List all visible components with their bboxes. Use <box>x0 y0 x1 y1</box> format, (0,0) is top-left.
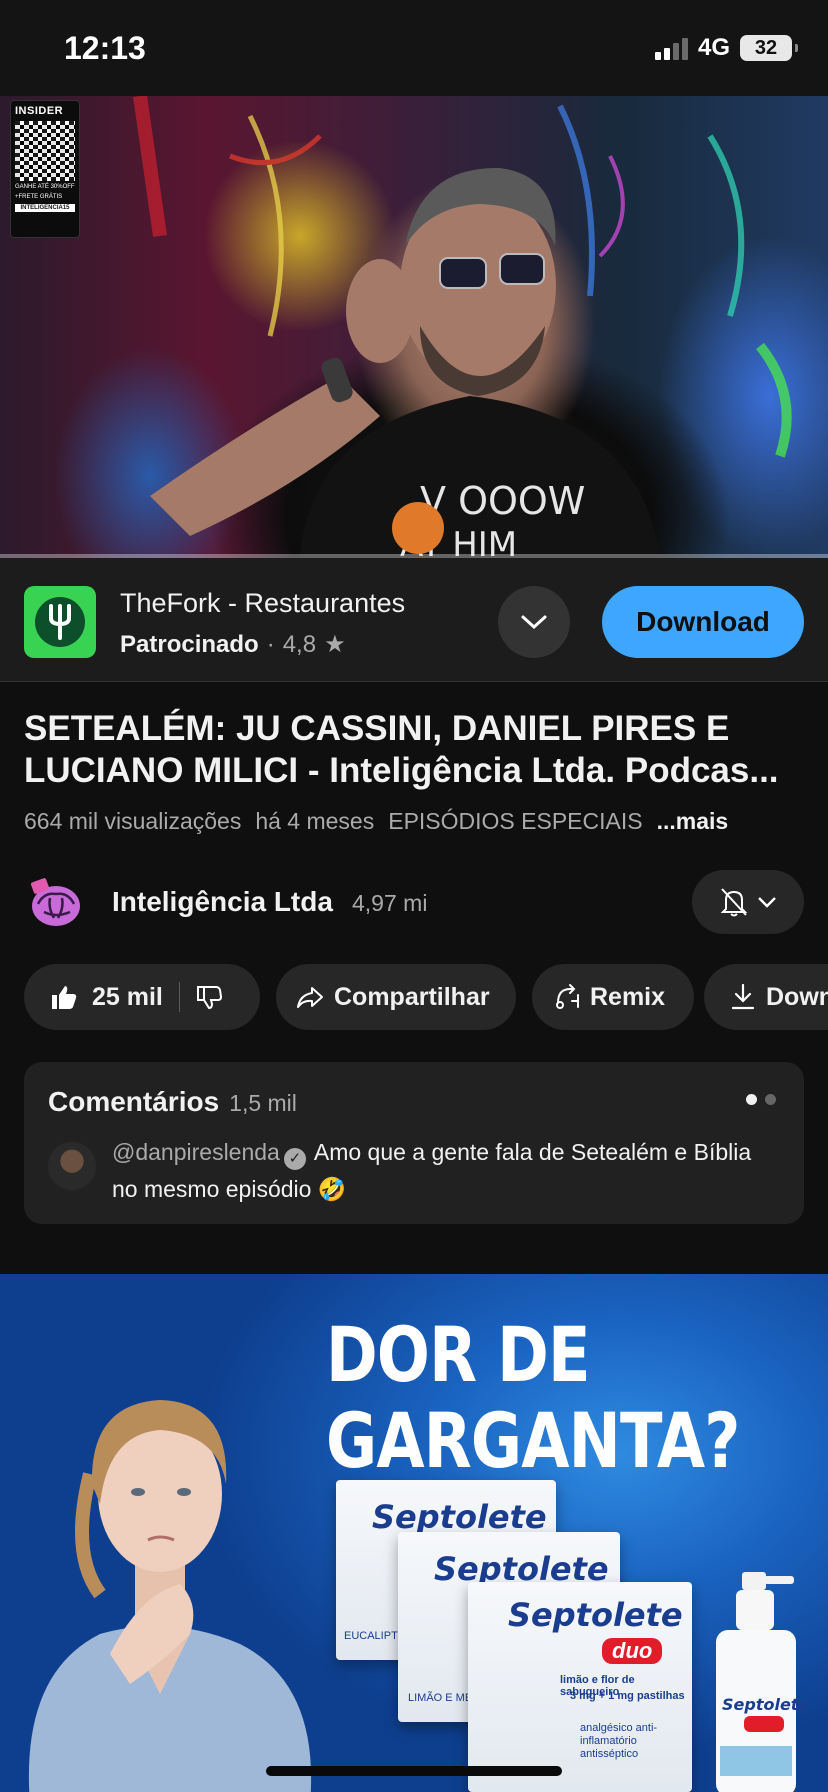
upload-age: há 4 meses <box>255 808 375 834</box>
like-dislike-chip: 25 mil <box>24 964 260 1030</box>
overlay-ad-brand: INSIDER <box>15 105 64 117</box>
comments-card[interactable]: Comentários 1,5 mil @danpireslenda ✓ Amo q… <box>24 1062 804 1224</box>
fork-icon <box>49 604 71 640</box>
battery-icon: 32 <box>740 35 798 61</box>
thefork-logo <box>24 586 96 658</box>
banner-headline: DOR DE GARGANTA? <box>326 1312 740 1484</box>
ad-expand-button[interactable] <box>498 586 570 658</box>
share-button[interactable]: Compartilhar <box>276 964 516 1030</box>
qr-code-icon <box>15 121 75 181</box>
box-type: analgésico anti-inflamatório antisséptic… <box>580 1722 658 1760</box>
overlay-ad-line1: GANHE ATÉ 30%OFF <box>15 184 75 190</box>
remix-label: Remix <box>590 982 666 1011</box>
download-button[interactable]: Down <box>704 964 828 1030</box>
video-category: EPISÓDIOS ESPECIAIS <box>388 808 643 834</box>
comments-page-indicator <box>746 1094 776 1105</box>
action-bar: 25 mil Compartilhar Remix Down <box>24 964 828 1030</box>
like-icon[interactable] <box>50 984 78 1010</box>
ad-download-button[interactable]: Download <box>602 586 804 658</box>
remix-button[interactable]: Remix <box>532 964 694 1030</box>
ad-title: TheFork - Restaurantes <box>120 588 406 618</box>
subscriber-count: 4,97 mi <box>352 890 428 916</box>
product-variant: duo <box>602 1638 663 1664</box>
network-type: 4G <box>697 34 730 61</box>
product-box-duo: Septolete duo limão e flor de sabugueiro… <box>468 1582 692 1792</box>
sponsored-app-ad[interactable]: TheFork - Restaurantes Patrocinado · 4,8… <box>0 558 828 682</box>
dislike-icon[interactable] <box>196 985 222 1009</box>
box-dose: 3 mg + 1 mg pastilhas <box>570 1690 685 1702</box>
star-icon: ★ <box>324 631 346 658</box>
channel-avatar[interactable] <box>24 874 84 930</box>
signal-icon <box>654 36 688 60</box>
commenter-avatar <box>48 1142 96 1190</box>
comments-title: Comentários <box>48 1086 220 1117</box>
ad-subtitle: Patrocinado · 4,8 ★ <box>120 630 346 659</box>
banner-headline-line2: GARGANTA? <box>326 1396 740 1485</box>
download-label: Down <box>766 982 828 1011</box>
ad-separator: · <box>266 630 275 658</box>
channel-row[interactable]: Inteligência Ltda 4,97 mi <box>24 868 804 936</box>
download-icon <box>731 983 755 1010</box>
qr-code-overlay-ad: INSIDER GANHE ATÉ 30%OFF +FRETE GRÁTIS I… <box>10 100 80 238</box>
chevron-down-icon <box>521 615 547 630</box>
video-frame: V OOOW AT HIM <box>133 96 792 558</box>
like-count[interactable]: 25 mil <box>92 983 163 1012</box>
verified-check-icon: ✓ <box>283 1148 306 1170</box>
comments-header: Comentários 1,5 mil <box>48 1086 297 1118</box>
ad-rating: 4,8 <box>282 630 317 658</box>
home-indicator[interactable] <box>266 1766 562 1776</box>
presenter-figure: V OOOW AT HIM <box>150 167 660 558</box>
page-dot <box>765 1094 776 1105</box>
more-link[interactable]: ...mais <box>657 808 729 835</box>
product-name: Septolete <box>508 1596 683 1634</box>
video-title[interactable]: SETEALÉM: JU CASSINI, DANIEL PIRES E LUC… <box>24 708 804 792</box>
svg-text:Septolete: Septolete <box>722 1695 806 1714</box>
page-dot-active <box>746 1094 757 1105</box>
remix-icon <box>556 984 579 1009</box>
share-icon <box>297 987 323 1008</box>
box-note-eucalipto: EUCALIPTO <box>344 1630 407 1642</box>
video-metadata[interactable]: 664 mil visualizações há 4 meses EPISÓDI… <box>24 808 814 835</box>
video-player[interactable]: V OOOW AT HIM INSIDER GANHE ATÉ 30%OFF +… <box>0 96 828 558</box>
overlay-ad-tag: INTELIGENCIA15 <box>15 204 75 213</box>
like-divider <box>178 982 180 1012</box>
share-label: Compartilhar <box>334 982 490 1011</box>
channel-name[interactable]: Inteligência Ltda <box>112 886 333 918</box>
sponsored-label: Patrocinado <box>120 630 259 658</box>
comments-count: 1,5 mil <box>229 1090 297 1116</box>
woman-illustration <box>28 1400 312 1792</box>
comment-username: @danpireslenda <box>112 1139 280 1165</box>
status-time: 12:13 <box>64 30 146 66</box>
status-icons: 4G 32 <box>654 34 798 62</box>
chevron-down-icon <box>758 897 776 908</box>
overlay-ad-line2: +FRETE GRÁTIS <box>15 194 63 201</box>
view-count: 664 mil visualizações <box>24 808 242 834</box>
top-comment: @danpireslenda ✓ Amo que a gente fala de S… <box>112 1134 782 1208</box>
status-bar: 12:13 4G 32 <box>0 0 828 96</box>
product-name: Septolete <box>372 1498 547 1536</box>
banner-ad[interactable]: DOR DE GARGANTA? Septolete EUCALIPTO Sep… <box>0 1274 828 1792</box>
spray-bottle-illustration: Septolete <box>716 1572 806 1792</box>
bell-off-icon <box>720 888 748 917</box>
notification-bell-button[interactable] <box>692 870 804 934</box>
svg-text:V OOOW: V OOOW <box>420 479 585 523</box>
banner-headline-line1: DOR DE <box>326 1310 591 1399</box>
